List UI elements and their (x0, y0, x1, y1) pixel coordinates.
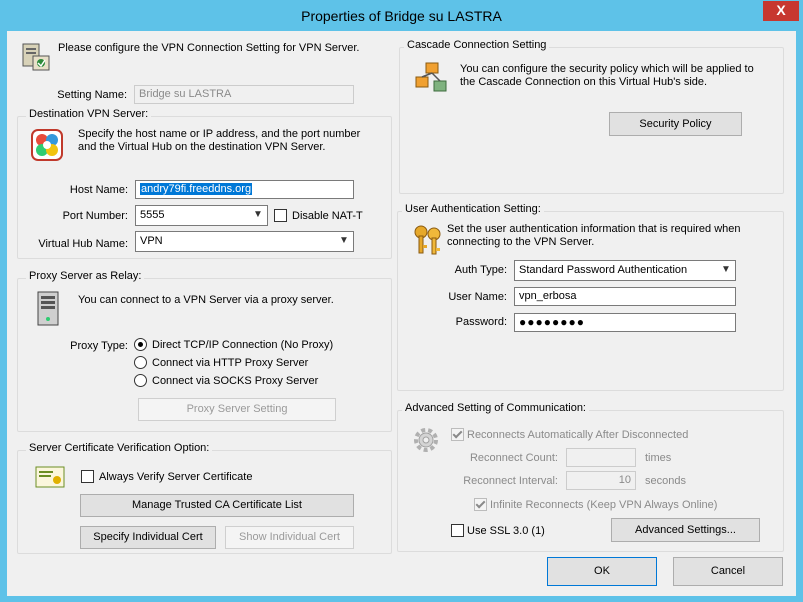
radio-http-proxy[interactable] (134, 356, 147, 369)
port-number-select[interactable]: 5555 ▼ (135, 205, 268, 226)
certificate-icon (35, 466, 65, 488)
virtual-hub-label: Virtual Hub Name: (38, 238, 128, 250)
chevron-down-icon: ▼ (339, 235, 349, 246)
infinite-reconnects-checkbox[interactable] (474, 498, 487, 511)
certificate-group: Server Certificate Verification Option: … (17, 442, 392, 554)
advanced-title: Advanced Setting of Communication: (402, 402, 589, 414)
cascade-description: You can configure the security policy wh… (460, 63, 754, 88)
ok-button[interactable]: OK (547, 557, 657, 586)
intro-text: Please configure the VPN Connection Sett… (58, 42, 360, 54)
auth-type-value: Standard Password Authentication (519, 264, 688, 276)
chevron-down-icon: ▼ (253, 209, 263, 220)
close-button[interactable]: X (763, 1, 799, 21)
check-mark-icon (475, 498, 486, 509)
cancel-button[interactable]: Cancel (673, 557, 783, 586)
disable-nat-t-checkbox[interactable] (274, 209, 287, 222)
reconnect-count-label: Reconnect Count: (469, 452, 558, 464)
reconnect-interval-label: Reconnect Interval: (463, 475, 558, 487)
proxy-group: Proxy Server as Relay: You can connect t… (17, 270, 392, 432)
setting-name-label: Setting Name: (57, 89, 127, 101)
auth-title: User Authentication Setting: (402, 203, 544, 215)
option-direct-connection: Direct TCP/IP Connection (No Proxy) (152, 339, 334, 351)
proxy-type-label: Proxy Type: (70, 340, 128, 352)
manage-trusted-ca-button[interactable]: Manage Trusted CA Certificate List (80, 494, 354, 517)
cascade-connection-icon (414, 61, 448, 95)
reconnect-count-unit: times (645, 452, 672, 464)
dialog-body: Please configure the VPN Connection Sett… (7, 31, 796, 596)
advanced-group: Advanced Setting of Communication: Recon… (397, 402, 784, 552)
infinite-reconnects-label: Infinite Reconnects (Keep VPN Always Onl… (490, 499, 718, 511)
always-verify-label: Always Verify Server Certificate (99, 471, 253, 483)
reconnect-interval-unit: seconds (645, 475, 686, 487)
advanced-settings-button[interactable]: Advanced Settings... (611, 518, 760, 542)
properties-window: Properties of Bridge su LASTRA X Please … (0, 0, 803, 602)
use-ssl-label: Use SSL 3.0 (1) (467, 525, 545, 537)
security-policy-button[interactable]: Security Policy (609, 112, 742, 136)
host-name-value: andry79fi.freeddns.org (140, 183, 253, 195)
cascade-title: Cascade Connection Setting (404, 39, 550, 51)
proxy-description: You can connect to a VPN Server via a pr… (78, 294, 334, 306)
auth-group: User Authentication Setting: Set the use… (397, 203, 784, 391)
destination-group: Destination VPN Server: Specify the host… (17, 108, 392, 259)
destination-description: Specify the host name or IP address, and… (78, 128, 361, 153)
reconnect-interval-input[interactable]: 10 (566, 471, 636, 490)
show-individual-cert-button[interactable]: Show Individual Cert (225, 526, 354, 549)
setting-name-input[interactable]: Bridge su LASTRA (134, 85, 354, 104)
keys-icon (411, 223, 445, 257)
chevron-down-icon: ▼ (721, 264, 731, 275)
user-name-input[interactable]: vpn_erbosa (514, 287, 736, 306)
proxy-server-icon (35, 291, 61, 327)
password-input[interactable]: ●●●●●●●● (514, 313, 736, 332)
cascade-group: Cascade Connection Setting You can confi… (399, 39, 784, 194)
reconnect-checkbox[interactable] (451, 428, 464, 441)
virtual-hub-value: VPN (140, 235, 163, 247)
check-mark-icon (452, 428, 463, 439)
always-verify-checkbox[interactable] (81, 470, 94, 483)
window-title: Properties of Bridge su LASTRA (301, 8, 502, 24)
title-bar: Properties of Bridge su LASTRA X (0, 0, 803, 32)
host-name-label: Host Name: (69, 184, 128, 196)
virtual-hub-select[interactable]: VPN ▼ (135, 231, 354, 252)
auth-type-label: Auth Type: (454, 264, 507, 276)
specify-individual-cert-button[interactable]: Specify Individual Cert (80, 526, 216, 549)
option-socks-proxy: Connect via SOCKS Proxy Server (152, 375, 319, 387)
gear-icon (411, 425, 441, 455)
reconnect-count-input[interactable] (566, 448, 636, 467)
password-label: Password: (455, 316, 507, 328)
host-name-input[interactable]: andry79fi.freeddns.org (135, 180, 354, 199)
use-ssl-checkbox[interactable] (451, 524, 464, 537)
auth-description: Set the user authentication information … (447, 223, 741, 248)
vpn-server-icon (17, 40, 53, 74)
radio-selected-dot (138, 342, 143, 347)
option-http-proxy: Connect via HTTP Proxy Server (152, 357, 309, 369)
radio-socks-proxy[interactable] (134, 374, 147, 387)
port-number-value: 5555 (140, 209, 165, 221)
user-name-label: User Name: (448, 291, 507, 303)
proxy-title: Proxy Server as Relay: (26, 270, 145, 282)
disable-nat-t-label: Disable NAT-T (292, 210, 363, 222)
certificate-title: Server Certificate Verification Option: (26, 442, 213, 454)
destination-title: Destination VPN Server: (26, 108, 152, 120)
proxy-server-setting-button[interactable]: Proxy Server Setting (138, 398, 336, 421)
destination-server-icon (31, 129, 63, 161)
port-number-label: Port Number: (62, 210, 128, 222)
reconnect-label: Reconnects Automatically After Disconnec… (467, 429, 689, 441)
auth-type-select[interactable]: Standard Password Authentication ▼ (514, 260, 736, 281)
radio-direct-connection[interactable] (134, 338, 147, 351)
